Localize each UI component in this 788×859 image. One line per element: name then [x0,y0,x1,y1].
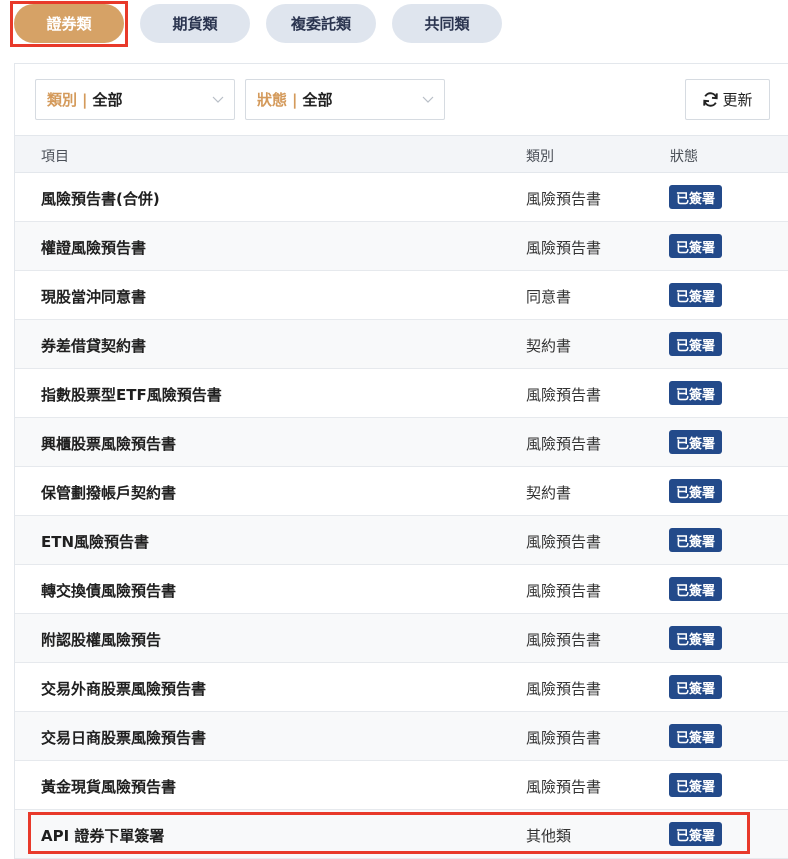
row-category: 風險預告書 [526,729,602,747]
refresh-icon [703,92,719,107]
document-panel: 類別 | 全部 狀態 | 全部 更新 項目 類別 狀態 風險預告書(合併) 風險預… [14,63,788,859]
status-badge: 已簽署 [669,675,722,699]
table-row[interactable]: 轉交換債風險預告書 風險預告書 已簽署 [15,565,788,614]
row-category: 風險預告書 [526,435,602,453]
table-row[interactable]: 風險預告書(合併) 風險預告書 已簽署 [15,173,788,222]
status-filter-label: 狀態 [257,91,288,109]
row-category: 風險預告書 [526,778,602,796]
header-category: 類別 [526,149,554,165]
table-row[interactable]: 交易外商股票風險預告書 風險預告書 已簽署 [15,663,788,712]
tab-common[interactable]: 共同類 [392,4,502,43]
chevron-down-icon [422,96,434,103]
row-item-name: 指數股票型ETF風險預告書 [41,386,222,404]
table-row[interactable]: API 證券下單簽署 其他類 已簽署 [15,810,788,859]
row-item-name: 附認股權風險預告 [41,631,162,649]
status-badge: 已簽署 [669,479,722,503]
row-category: 風險預告書 [526,386,602,404]
table-header: 項目 類別 狀態 [15,135,788,173]
table-body: 風險預告書(合併) 風險預告書 已簽署 權證風險預告書 風險預告書 已簽署 現股當沖同意… [15,173,788,859]
row-category: 契約書 [526,484,572,502]
status-filter-separator: | [292,90,298,109]
row-category: 其他類 [526,827,572,845]
status-badge: 已簽署 [669,381,722,405]
category-filter-select[interactable]: 類別 | 全部 [35,79,235,120]
status-badge: 已簽署 [669,626,722,650]
row-category: 風險預告書 [526,582,602,600]
row-item-name: 保管劃撥帳戶契約書 [41,484,177,502]
table-row[interactable]: 券差借貸契約書 契約書 已簽署 [15,320,788,369]
row-item-name: 風險預告書(合併) [41,190,160,208]
row-category: 風險預告書 [526,239,602,257]
row-item-name: 權證風險預告書 [41,239,147,257]
tab-securities[interactable]: 證券類 [14,4,124,43]
row-item-name: ETN風險預告書 [41,533,150,551]
table-row[interactable]: 黃金現貨風險預告書 風險預告書 已簽署 [15,761,788,810]
table-row[interactable]: 興櫃股票風險預告書 風險預告書 已簽署 [15,418,788,467]
status-badge: 已簽署 [669,773,722,797]
category-filter-label: 類別 [47,91,78,109]
category-filter-value: 全部 [92,91,123,109]
row-item-name: 轉交換債風險預告書 [41,582,177,600]
status-badge: 已簽署 [669,332,722,356]
category-filter-separator: | [82,90,88,109]
row-category: 同意書 [526,288,572,306]
table-row[interactable]: ETN風險預告書 風險預告書 已簽署 [15,516,788,565]
status-badge: 已簽署 [669,528,722,552]
row-category: 風險預告書 [526,533,602,551]
category-tabs: 證券類 期貨類 複委託類 共同類 [0,0,788,50]
chevron-down-icon [212,96,224,103]
status-filter-value: 全部 [302,91,333,109]
refresh-button-label: 更新 [722,91,753,109]
row-category: 風險預告書 [526,680,602,698]
header-item: 項目 [41,149,69,165]
table-row[interactable]: 交易日商股票風險預告書 風險預告書 已簽署 [15,712,788,761]
status-badge: 已簽署 [669,234,722,258]
row-item-name: 交易外商股票風險預告書 [41,680,207,698]
row-item-name: 黃金現貨風險預告書 [41,778,177,796]
table-row[interactable]: 權證風險預告書 風險預告書 已簽署 [15,222,788,271]
status-badge: 已簽署 [669,822,722,846]
row-item-name: 現股當沖同意書 [41,288,147,306]
table-row[interactable]: 現股當沖同意書 同意書 已簽署 [15,271,788,320]
row-item-name: 興櫃股票風險預告書 [41,435,177,453]
status-badge: 已簽署 [669,430,722,454]
table-row[interactable]: 指數股票型ETF風險預告書 風險預告書 已簽署 [15,369,788,418]
row-item-name: API 證券下單簽署 [41,827,165,845]
status-filter-select[interactable]: 狀態 | 全部 [245,79,445,120]
status-badge: 已簽署 [669,724,722,748]
header-status: 狀態 [670,149,698,165]
status-badge: 已簽署 [669,577,722,601]
refresh-button[interactable]: 更新 [685,79,770,120]
status-badge: 已簽署 [669,283,722,307]
row-category: 契約書 [526,337,572,355]
row-category: 風險預告書 [526,190,602,208]
tab-futures[interactable]: 期貨類 [140,4,250,43]
tab-sub-brokerage[interactable]: 複委託類 [266,4,376,43]
row-item-name: 交易日商股票風險預告書 [41,729,207,747]
table-row[interactable]: 保管劃撥帳戶契約書 契約書 已簽署 [15,467,788,516]
row-item-name: 券差借貸契約書 [41,337,147,355]
row-category: 風險預告書 [526,631,602,649]
table-row[interactable]: 附認股權風險預告 風險預告書 已簽署 [15,614,788,663]
status-badge: 已簽署 [669,185,722,209]
